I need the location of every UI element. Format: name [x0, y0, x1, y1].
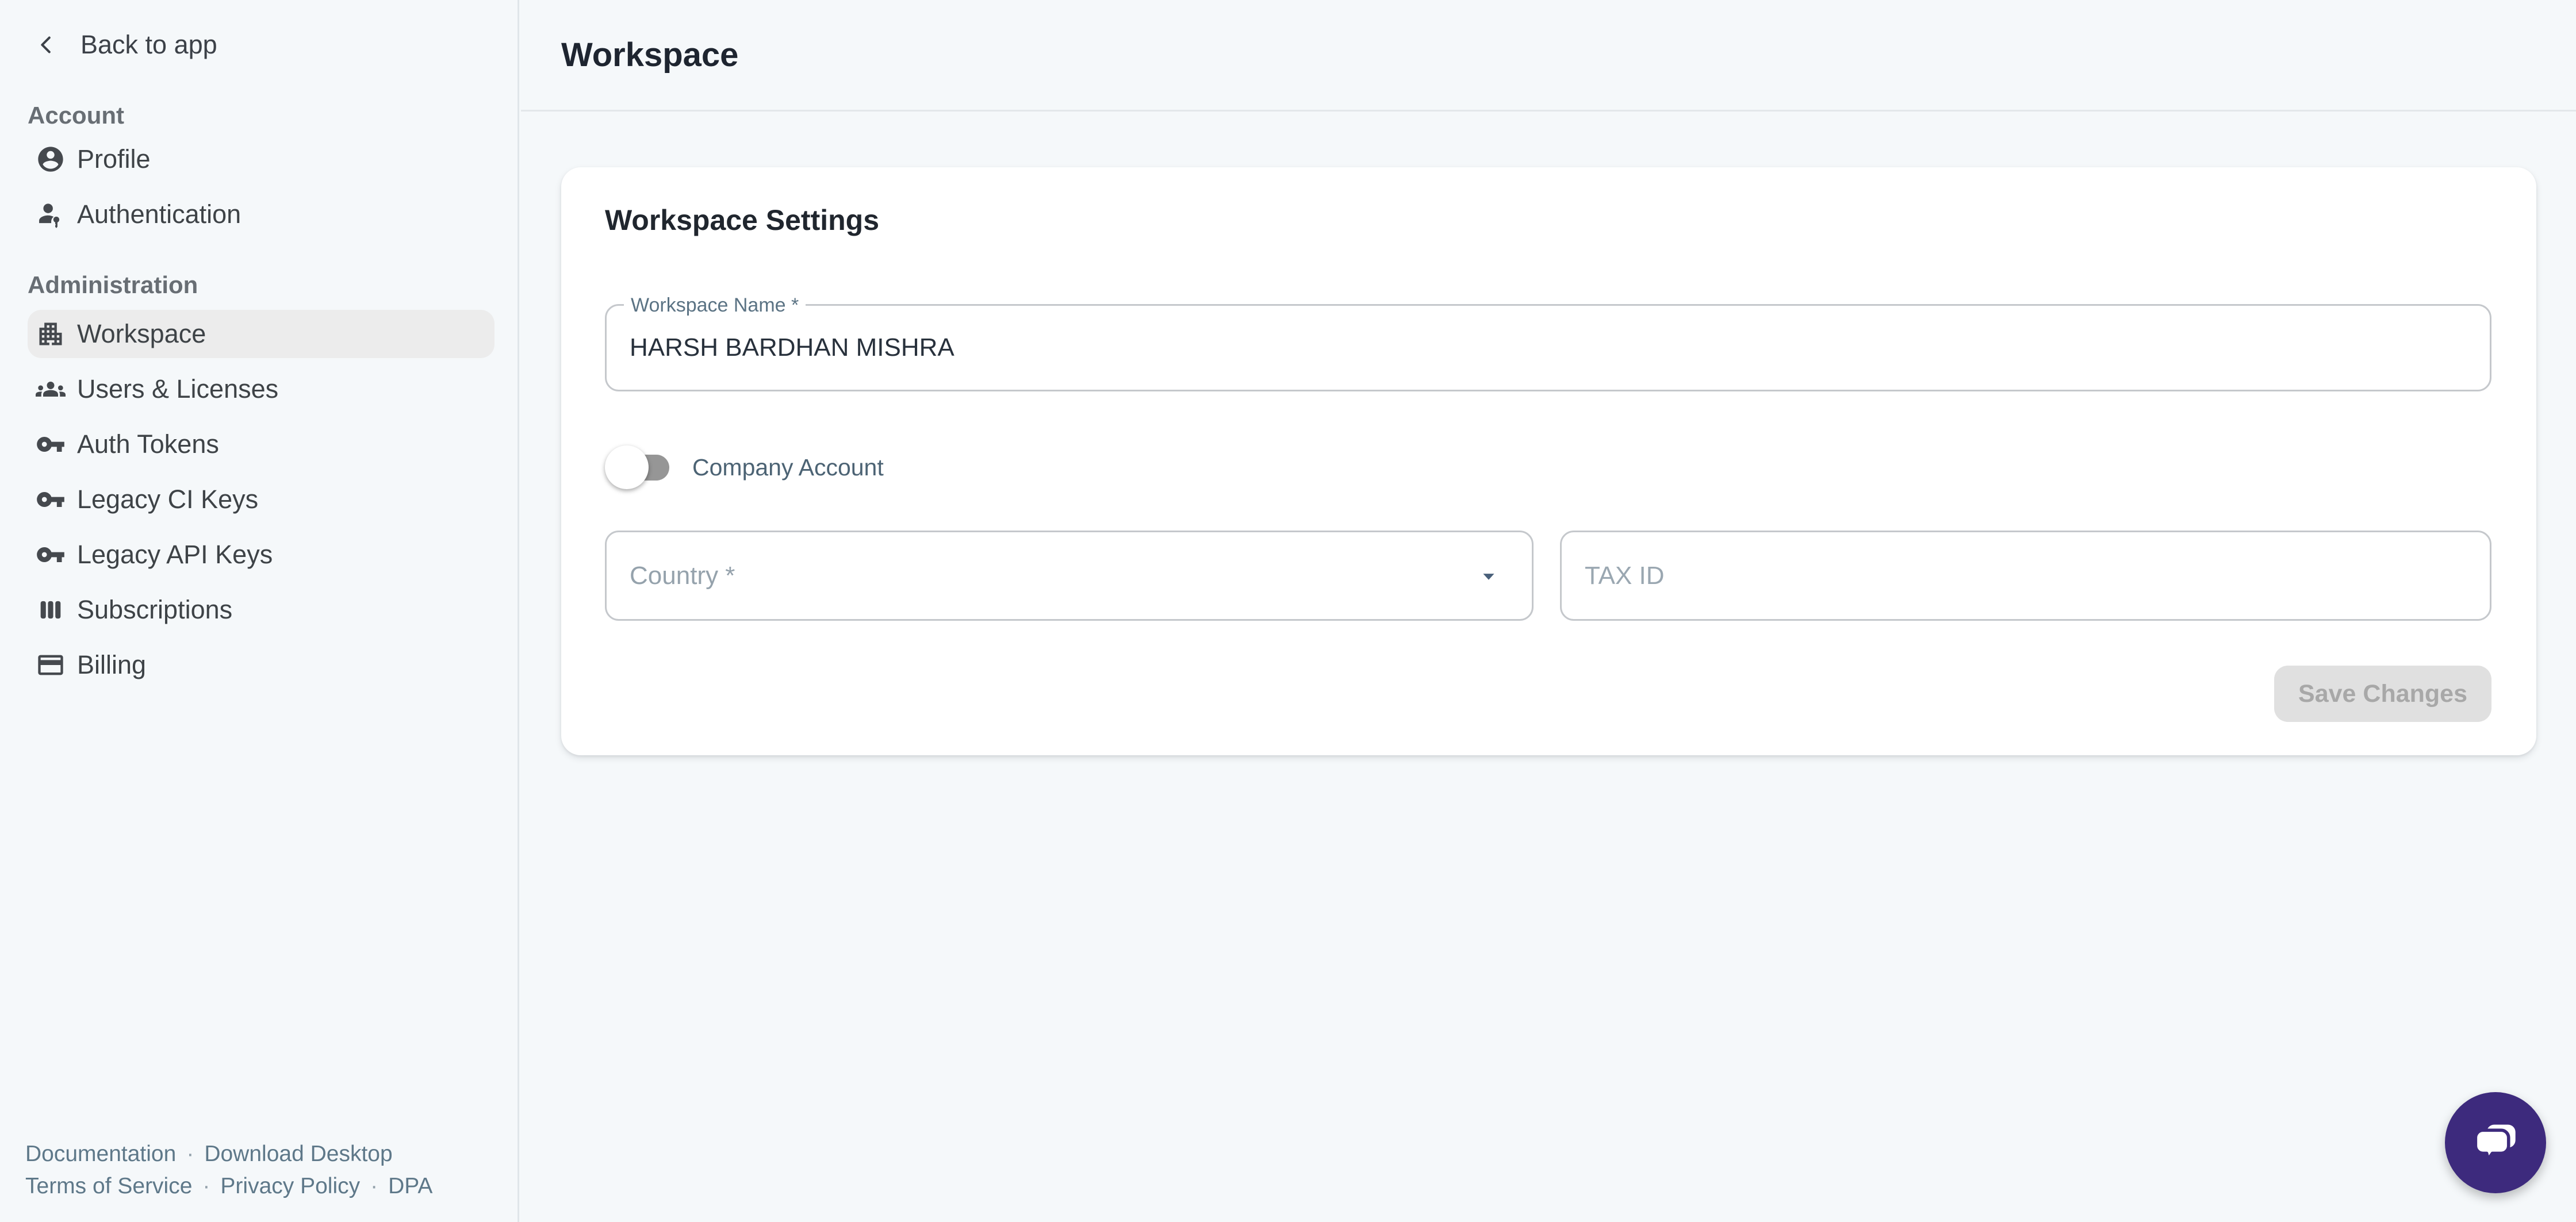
workspace-name-field: Workspace Name *: [605, 304, 2491, 391]
workspace-name-label: Workspace Name *: [624, 293, 806, 317]
footer-link-dpa[interactable]: DPA: [388, 1170, 432, 1202]
workspace-name-input[interactable]: [607, 306, 2490, 390]
tax-id-field: [1560, 531, 2491, 621]
company-account-toggle[interactable]: [605, 444, 673, 490]
back-to-app-button[interactable]: Back to app: [33, 30, 217, 60]
footer-link-download-desktop[interactable]: Download Desktop: [204, 1138, 392, 1170]
sidebar-item-subscriptions[interactable]: Subscriptions: [28, 586, 494, 634]
profile-icon: [36, 144, 66, 174]
footer-separator: ·: [186, 1138, 194, 1170]
sidebar-item-label: Users & Licenses: [77, 374, 278, 404]
sidebar-item-label: Profile: [77, 144, 151, 174]
footer-separator: ·: [370, 1170, 378, 1202]
country-select[interactable]: Country *: [605, 531, 1534, 621]
tax-id-input[interactable]: [1562, 532, 2490, 619]
sidebar-item-label: Legacy API Keys: [77, 540, 273, 570]
chevron-left-icon: [33, 32, 60, 58]
sidebar-footer: Documentation · Download Desktop Terms o…: [25, 1138, 432, 1202]
toggle-thumb: [605, 445, 649, 489]
credit-card-icon: [36, 650, 66, 680]
administration-nav: Workspace Users & Licenses Auth Tokens L…: [28, 310, 494, 689]
footer-link-privacy-policy[interactable]: Privacy Policy: [220, 1170, 360, 1202]
footer-separator: ·: [202, 1170, 210, 1202]
sidebar-item-label: Billing: [77, 650, 146, 680]
company-account-row: Company Account: [605, 444, 2491, 490]
main-content: Workspace Workspace Settings Workspace N…: [521, 0, 2576, 1222]
administration-section-header: Administration: [28, 270, 518, 300]
country-tax-row: Country *: [605, 531, 2491, 621]
chevron-down-icon: [1475, 563, 1502, 589]
sidebar-item-label: Legacy CI Keys: [77, 485, 258, 514]
users-group-icon: [36, 374, 66, 404]
sidebar-item-profile[interactable]: Profile: [28, 135, 494, 183]
authentication-icon: [36, 199, 66, 229]
subscriptions-bars-icon: [36, 595, 66, 625]
save-row: Save Changes: [605, 666, 2491, 722]
country-select-label: Country *: [630, 562, 735, 590]
sidebar-item-billing[interactable]: Billing: [28, 641, 494, 689]
save-changes-button[interactable]: Save Changes: [2274, 666, 2491, 722]
card-title: Workspace Settings: [605, 203, 2491, 237]
sidebar-item-label: Auth Tokens: [77, 429, 219, 459]
sidebar-item-label: Subscriptions: [77, 595, 232, 625]
company-account-label: Company Account: [692, 454, 884, 481]
sidebar-item-label: Workspace: [77, 319, 206, 349]
sidebar-item-auth-tokens[interactable]: Auth Tokens: [28, 420, 494, 468]
sidebar-item-users-licenses[interactable]: Users & Licenses: [28, 365, 494, 413]
footer-link-documentation[interactable]: Documentation: [25, 1138, 176, 1170]
key-icon: [36, 429, 66, 459]
settings-sidebar: Back to app Account Profile Authenticati…: [0, 0, 519, 1222]
workspace-building-icon: [36, 319, 66, 349]
account-nav: Profile Authentication: [28, 135, 494, 239]
chat-bubbles-icon: [2466, 1113, 2525, 1173]
key-icon: [36, 485, 66, 514]
account-section-header: Account: [28, 101, 518, 130]
sidebar-item-workspace[interactable]: Workspace: [28, 310, 494, 358]
sidebar-item-label: Authentication: [77, 199, 241, 229]
back-to-app-label: Back to app: [80, 30, 217, 60]
sidebar-item-authentication[interactable]: Authentication: [28, 190, 494, 239]
sidebar-item-legacy-ci-keys[interactable]: Legacy CI Keys: [28, 475, 494, 524]
page-header: Workspace: [521, 0, 2576, 112]
footer-link-terms-of-service[interactable]: Terms of Service: [25, 1170, 192, 1202]
sidebar-item-legacy-api-keys[interactable]: Legacy API Keys: [28, 531, 494, 579]
workspace-settings-card: Workspace Settings Workspace Name * Comp…: [561, 167, 2536, 755]
key-icon: [36, 540, 66, 570]
page-title: Workspace: [561, 36, 738, 74]
chat-launcher-button[interactable]: [2445, 1092, 2546, 1193]
